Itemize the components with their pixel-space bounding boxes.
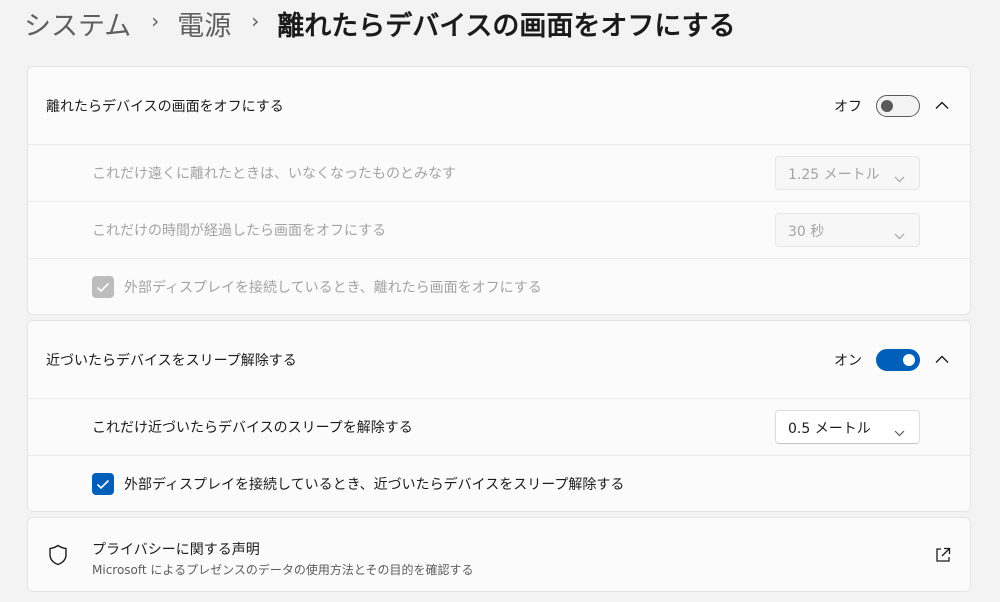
privacy-statement-description: Microsoft によるプレゼンスのデータの使用方法とその目的を確認する — [92, 563, 474, 577]
wake-external-display-label: 外部ディスプレイを接続しているとき、近づいたらデバイスをスリープ解除する — [124, 477, 625, 493]
dim-when-away-header[interactable]: 離れたらデバイスの画面をオフにする オフ — [28, 67, 970, 144]
dim-when-away-card: 離れたらデバイスの画面をオフにする オフ これだけ遠くに離れたときは、いなくなっ… — [27, 66, 971, 315]
dim-timeout-row: これだけの時間が経過したら画面をオフにする 30 秒 — [28, 201, 970, 258]
chevron-down-icon — [894, 168, 905, 187]
breadcrumb-separator-icon: › — [251, 9, 260, 33]
breadcrumb: システム › 電源 › 離れたらデバイスの画面をオフにする — [24, 4, 736, 42]
toggle-knob — [881, 99, 893, 112]
dim-distance-row: これだけ遠くに離れたときは、いなくなったものとみなす 1.25 メートル — [28, 144, 970, 201]
shield-icon — [46, 543, 70, 567]
page-title: 離れたらデバイスの画面をオフにする — [277, 10, 736, 42]
dim-external-display-label: 外部ディスプレイを接続しているとき、離れたら画面をオフにする — [124, 280, 542, 296]
wake-on-approach-toggle[interactable] — [876, 348, 920, 371]
wake-external-display-checkbox[interactable] — [92, 473, 114, 495]
checkmark-icon — [96, 282, 110, 292]
wake-distance-value: 0.5 メートル — [788, 421, 871, 437]
privacy-statement-card[interactable]: プライバシーに関する声明 Microsoft によるプレゼンスのデータの使用方法… — [27, 517, 971, 592]
chevron-up-icon[interactable] — [928, 346, 956, 374]
dim-external-display-row: 外部ディスプレイを接続しているとき、離れたら画面をオフにする — [28, 258, 970, 314]
chevron-down-icon — [894, 422, 905, 441]
wake-on-approach-card: 近づいたらデバイスをスリープ解除する オン これだけ近づいたらデバイスのスリープ… — [27, 320, 971, 512]
privacy-statement-title: プライバシーに関する声明 — [92, 542, 260, 558]
dim-distance-value: 1.25 メートル — [788, 167, 880, 183]
dim-timeout-dropdown[interactable]: 30 秒 — [775, 213, 920, 247]
dim-timeout-label: これだけの時間が経過したら画面をオフにする — [92, 223, 387, 239]
wake-on-approach-title: 近づいたらデバイスをスリープ解除する — [46, 352, 297, 369]
dim-when-away-title: 離れたらデバイスの画面をオフにする — [46, 98, 284, 115]
checkmark-icon — [96, 479, 110, 489]
wake-toggle-state-label: オン — [834, 352, 862, 369]
dim-distance-label: これだけ遠くに離れたときは、いなくなったものとみなす — [92, 166, 456, 182]
breadcrumb-separator-icon: › — [151, 9, 160, 33]
breadcrumb-power[interactable]: 電源 — [177, 4, 231, 43]
toggle-knob — [903, 353, 915, 366]
breadcrumb-system[interactable]: システム — [24, 4, 131, 43]
dim-external-display-checkbox[interactable] — [92, 276, 114, 298]
wake-external-display-row: 外部ディスプレイを接続しているとき、近づいたらデバイスをスリープ解除する — [28, 455, 970, 511]
dim-distance-dropdown[interactable]: 1.25 メートル — [775, 156, 920, 190]
chevron-up-icon[interactable] — [928, 92, 956, 120]
dim-toggle-state-label: オフ — [834, 98, 862, 115]
wake-distance-row: これだけ近づいたらデバイスのスリープを解除する 0.5 メートル — [28, 398, 970, 455]
wake-distance-dropdown[interactable]: 0.5 メートル — [775, 410, 920, 444]
wake-distance-label: これだけ近づいたらデバイスのスリープを解除する — [92, 420, 413, 436]
wake-on-approach-header[interactable]: 近づいたらデバイスをスリープ解除する オン — [28, 321, 970, 398]
chevron-down-icon — [894, 225, 905, 244]
dim-when-away-toggle[interactable] — [876, 94, 920, 117]
dim-timeout-value: 30 秒 — [788, 224, 825, 240]
open-external-icon[interactable] — [934, 546, 952, 564]
